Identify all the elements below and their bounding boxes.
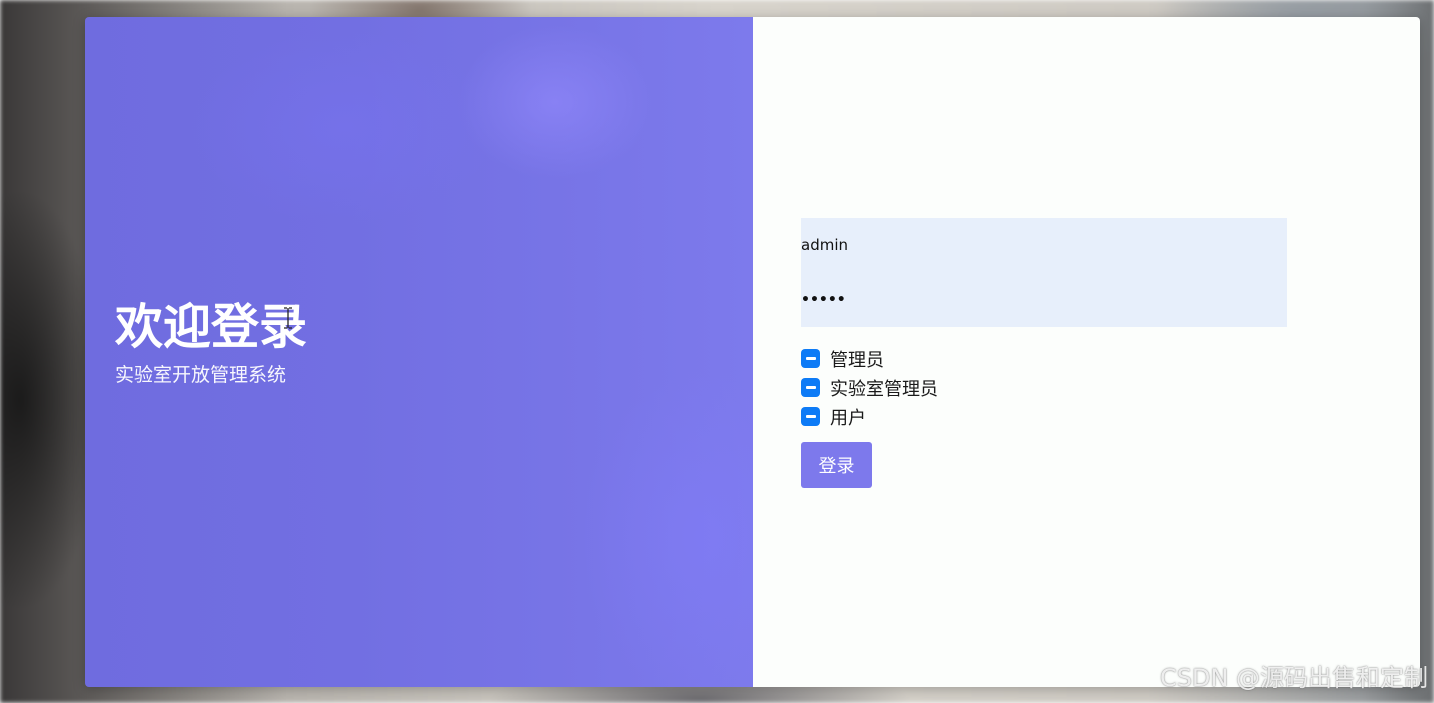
login-form: admin ••••• 管理员 实验室管理员 用户 登录: [801, 218, 1287, 488]
role-checkbox[interactable]: [801, 407, 820, 426]
watermark: CSDN @源码出售和定制: [1159, 664, 1428, 692]
login-card: 欢迎登录 实验室开放管理系统 admin ••••• 管理员 实验室管理员 用户…: [85, 17, 1420, 687]
role-label: 管理员: [830, 349, 884, 371]
indeterminate-dash-icon: [805, 357, 816, 360]
role-option-user[interactable]: 用户: [801, 402, 1287, 431]
role-checkbox[interactable]: [801, 378, 820, 397]
welcome-block: 欢迎登录 实验室开放管理系统: [115, 297, 307, 389]
role-label: 用户: [830, 407, 866, 429]
role-options: 管理员 实验室管理员 用户: [801, 344, 1287, 431]
indeterminate-dash-icon: [805, 415, 816, 418]
credentials-group: admin •••••: [801, 218, 1287, 327]
indeterminate-dash-icon: [805, 386, 816, 389]
password-value: •••••: [801, 292, 846, 308]
welcome-title: 欢迎登录: [115, 299, 308, 355]
welcome-panel: 欢迎登录 实验室开放管理系统: [85, 17, 753, 687]
login-button[interactable]: 登录: [801, 442, 872, 488]
password-field[interactable]: •••••: [801, 273, 1287, 327]
role-label: 实验室管理员: [830, 378, 938, 400]
username-value: admin: [801, 236, 848, 254]
role-option-lab-admin[interactable]: 实验室管理员: [801, 373, 1287, 402]
role-option-admin[interactable]: 管理员: [801, 344, 1287, 373]
welcome-subtitle: 实验室开放管理系统: [115, 364, 287, 386]
role-checkbox[interactable]: [801, 349, 820, 368]
login-panel: admin ••••• 管理员 实验室管理员 用户 登录: [753, 17, 1420, 687]
text-cursor-icon: [284, 307, 292, 329]
username-field[interactable]: admin: [801, 218, 1287, 272]
